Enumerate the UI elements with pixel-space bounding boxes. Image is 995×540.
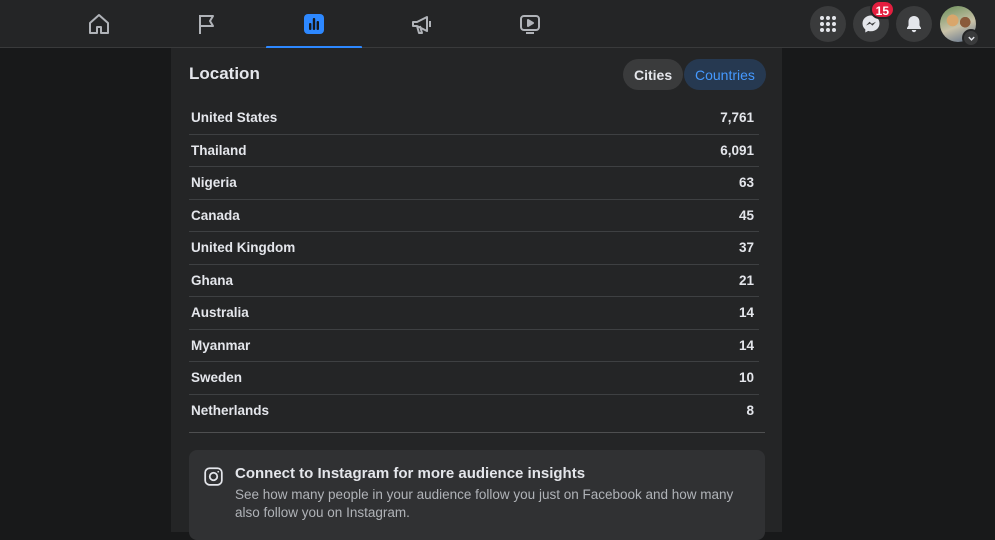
country-value: 14	[738, 337, 754, 353]
table-row: Nigeria 63	[189, 167, 759, 200]
notifications-button[interactable]	[896, 6, 932, 42]
country-value: 8	[746, 403, 754, 419]
country-value: 37	[738, 240, 754, 256]
insights-icon	[304, 14, 324, 34]
flag-icon	[199, 15, 214, 34]
nav-tab-insights[interactable]	[266, 0, 362, 49]
country-value: 45	[738, 207, 754, 223]
nav-tab-pages[interactable]	[159, 0, 255, 48]
video-icon	[520, 15, 540, 34]
chevron-down-icon	[967, 36, 975, 41]
grid-menu-icon	[820, 16, 836, 32]
country-name: Canada	[191, 207, 240, 223]
table-row: Myanmar 14	[189, 330, 759, 362]
menu-button[interactable]	[810, 6, 846, 42]
instagram-banner-description: See how many people in your audience fol…	[235, 487, 734, 520]
nav-tab-home[interactable]	[51, 0, 147, 48]
table-row: United Kingdom 37	[189, 232, 759, 265]
country-name: Thailand	[191, 142, 247, 158]
country-name: United States	[191, 110, 278, 126]
instagram-banner-title: Connect to Instagram for more audience i…	[235, 465, 586, 482]
country-value: 7,761	[720, 110, 754, 126]
account-menu-button[interactable]	[962, 29, 980, 47]
table-row: Ghana 21	[189, 265, 759, 297]
cities-toggle-button[interactable]: Cities	[623, 59, 684, 90]
country-name: Sweden	[191, 370, 243, 386]
country-value: 6,091	[720, 142, 754, 158]
table-row: Thailand 6,091	[189, 135, 759, 167]
instagram-icon	[204, 467, 223, 486]
table-row: Sweden 10	[189, 362, 759, 395]
country-value: 63	[738, 175, 754, 191]
nav-tab-ads[interactable]	[374, 0, 470, 48]
country-name: Netherlands	[191, 403, 270, 419]
countries-toggle-button[interactable]: Countries	[684, 59, 766, 90]
country-value: 14	[738, 305, 754, 321]
country-name: Australia	[191, 305, 249, 321]
table-row: Australia 14	[189, 297, 759, 330]
country-name: Myanmar	[191, 337, 251, 353]
messenger-button[interactable]: 15	[853, 0, 895, 42]
instagram-connect-banner[interactable]: Connect to Instagram for more audience i…	[189, 450, 765, 540]
table-row: Canada 45	[189, 200, 759, 232]
location-table: United States 7,761 Thailand 6,091 Niger…	[189, 102, 759, 427]
country-value: 10	[738, 370, 754, 386]
home-icon	[89, 14, 109, 34]
table-row: United States 7,761	[189, 102, 759, 135]
bell-icon	[907, 16, 921, 33]
section-divider	[189, 432, 765, 433]
messenger-badge: 15	[869, 0, 895, 19]
table-row: Netherlands 8	[189, 395, 759, 428]
top-navigation-bar: 15	[0, 0, 995, 49]
country-name: Nigeria	[191, 175, 237, 191]
megaphone-icon	[412, 16, 431, 34]
location-title: Location	[189, 64, 260, 83]
country-value: 21	[738, 272, 754, 288]
country-name: Ghana	[191, 272, 234, 288]
location-card: Location Cities Countries United States …	[171, 48, 782, 540]
nav-tab-video[interactable]	[482, 0, 578, 48]
country-name: United Kingdom	[191, 240, 296, 256]
